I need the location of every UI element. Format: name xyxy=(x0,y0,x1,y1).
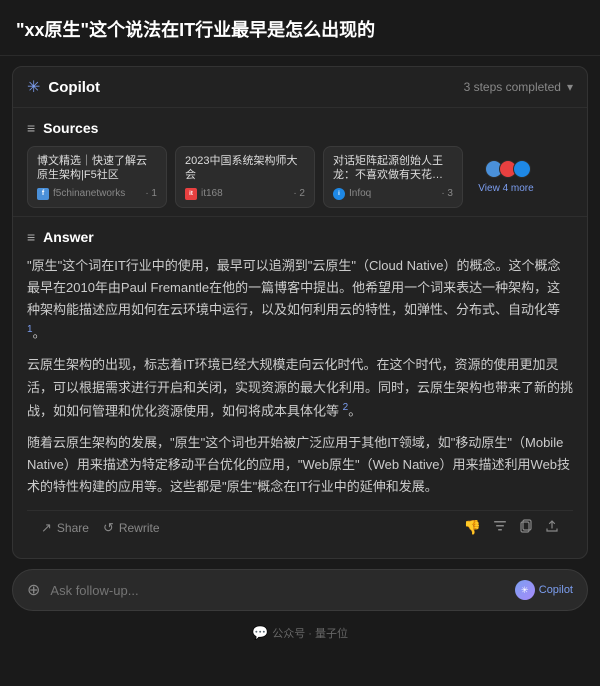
answer-text: "原生"这个词在IT行业中的使用，最早可以追溯到"云原生"（Cloud Nati… xyxy=(27,255,573,499)
chevron-down-icon[interactable]: ▾ xyxy=(567,80,573,94)
footnote-1[interactable]: 1 xyxy=(27,324,33,335)
filter-icon xyxy=(493,520,507,536)
sources-section: ≡ Sources 博文精选｜快速了解云原生架构|F5社区 f f5chinan… xyxy=(13,108,587,217)
source-card-2-title: 2023中国系统架构师大会 xyxy=(185,154,305,183)
steps-completed-label: 3 steps completed xyxy=(464,80,561,94)
source-2-name: it168 xyxy=(201,188,223,199)
answer-section-title: Answer xyxy=(43,229,94,245)
source-card-2-footer: it it168 · 2 xyxy=(185,188,305,200)
wechat-icon: 💬 xyxy=(252,625,268,641)
source-1-number: · 1 xyxy=(145,188,157,199)
filter-button[interactable] xyxy=(493,519,507,536)
view-more-button[interactable]: View 4 more xyxy=(471,160,541,194)
share-button[interactable]: ↗ Share xyxy=(41,520,89,536)
followup-add-icon[interactable]: ⊕ xyxy=(27,580,40,600)
source-card-3-title: 对话矩阵起源创始人王龙：不喜欢做有天花板的... xyxy=(333,154,453,183)
source-1-name: f5chinanetworks xyxy=(53,188,125,199)
copy-button[interactable] xyxy=(519,519,533,536)
source-1-favicon: f xyxy=(37,188,49,200)
copilot-title: Copilot xyxy=(48,79,100,96)
source-2-number: · 2 xyxy=(293,188,305,199)
export-icon xyxy=(545,520,559,536)
copilot-header: ✳ Copilot 3 steps completed ▾ xyxy=(13,67,587,108)
mini-avatar-3 xyxy=(513,160,531,178)
copilot-header-right[interactable]: 3 steps completed ▾ xyxy=(464,80,573,94)
answer-paragraph-2: 云原生架构的出现，标志着IT环境已经大规模走向云化时代。在这个时代，资源的使用更… xyxy=(27,354,573,422)
copilot-logo-icon: ✳ xyxy=(27,77,40,97)
copilot-badge: ✳ Copilot xyxy=(515,580,573,600)
watermark-text: 公众号 · 量子位 xyxy=(272,625,348,641)
rewrite-button[interactable]: ↺ Rewrite xyxy=(103,520,160,536)
source-card-3-footer: i Infoq · 3 xyxy=(333,188,453,200)
action-bar-right: 👎 xyxy=(464,519,559,536)
wechat-watermark: 💬 公众号 · 量子位 xyxy=(0,621,600,647)
rewrite-label: Rewrite xyxy=(119,521,160,535)
share-label: Share xyxy=(57,521,89,535)
view-more-avatars xyxy=(485,160,527,178)
answer-paragraph-3: 随着云原生架构的发展，"原生"这个词也开始被广泛应用于其他IT领域，如"移动原生… xyxy=(27,432,573,498)
sources-section-icon: ≡ xyxy=(27,120,35,136)
answer-paragraph-1: "原生"这个词在IT行业中的使用，最早可以追溯到"云原生"（Cloud Nati… xyxy=(27,255,573,345)
source-3-number: · 3 xyxy=(441,188,453,199)
copilot-header-left: ✳ Copilot xyxy=(27,77,100,97)
followup-container: ⊕ ✳ Copilot xyxy=(12,569,588,611)
source-3-favicon: i xyxy=(333,188,345,200)
export-button[interactable] xyxy=(545,519,559,536)
action-bar-left: ↗ Share ↺ Rewrite xyxy=(41,520,160,536)
copilot-badge-dot-icon: ✳ xyxy=(515,580,535,600)
copilot-panel: ✳ Copilot 3 steps completed ▾ ≡ Sources … xyxy=(12,66,588,559)
sources-list: 博文精选｜快速了解云原生架构|F5社区 f f5chinanetworks · … xyxy=(27,146,573,208)
source-card-3[interactable]: 对话矩阵起源创始人王龙：不喜欢做有天花板的... i Infoq · 3 xyxy=(323,146,463,208)
source-card-1[interactable]: 博文精选｜快速了解云原生架构|F5社区 f f5chinanetworks · … xyxy=(27,146,167,208)
followup-input[interactable] xyxy=(50,583,504,598)
footnote-2[interactable]: 2 xyxy=(343,402,349,413)
thumbs-down-button[interactable]: 👎 xyxy=(464,519,481,536)
thumbs-down-icon: 👎 xyxy=(464,519,481,535)
source-card-2[interactable]: 2023中国系统架构师大会 it it168 · 2 xyxy=(175,146,315,208)
page-title: "xx原生"这个说法在IT行业最早是怎么出现的 xyxy=(0,0,600,56)
action-bar: ↗ Share ↺ Rewrite 👎 xyxy=(27,510,573,548)
view-more-label: View 4 more xyxy=(478,183,533,194)
source-card-1-title: 博文精选｜快速了解云原生架构|F5社区 xyxy=(37,154,157,183)
source-card-1-footer: f f5chinanetworks · 1 xyxy=(37,188,157,200)
source-2-favicon: it xyxy=(185,188,197,200)
copilot-badge-text: Copilot xyxy=(539,584,573,596)
rewrite-icon: ↺ xyxy=(103,520,114,536)
answer-header: ≡ Answer xyxy=(27,229,573,245)
answer-section-icon: ≡ xyxy=(27,229,35,245)
share-icon: ↗ xyxy=(41,520,52,536)
sources-header: ≡ Sources xyxy=(27,120,573,136)
answer-section: ≡ Answer "原生"这个词在IT行业中的使用，最早可以追溯到"云原生"（C… xyxy=(13,217,587,559)
copy-icon xyxy=(519,520,533,536)
source-3-name: Infoq xyxy=(349,188,371,199)
sources-section-title: Sources xyxy=(43,120,98,136)
